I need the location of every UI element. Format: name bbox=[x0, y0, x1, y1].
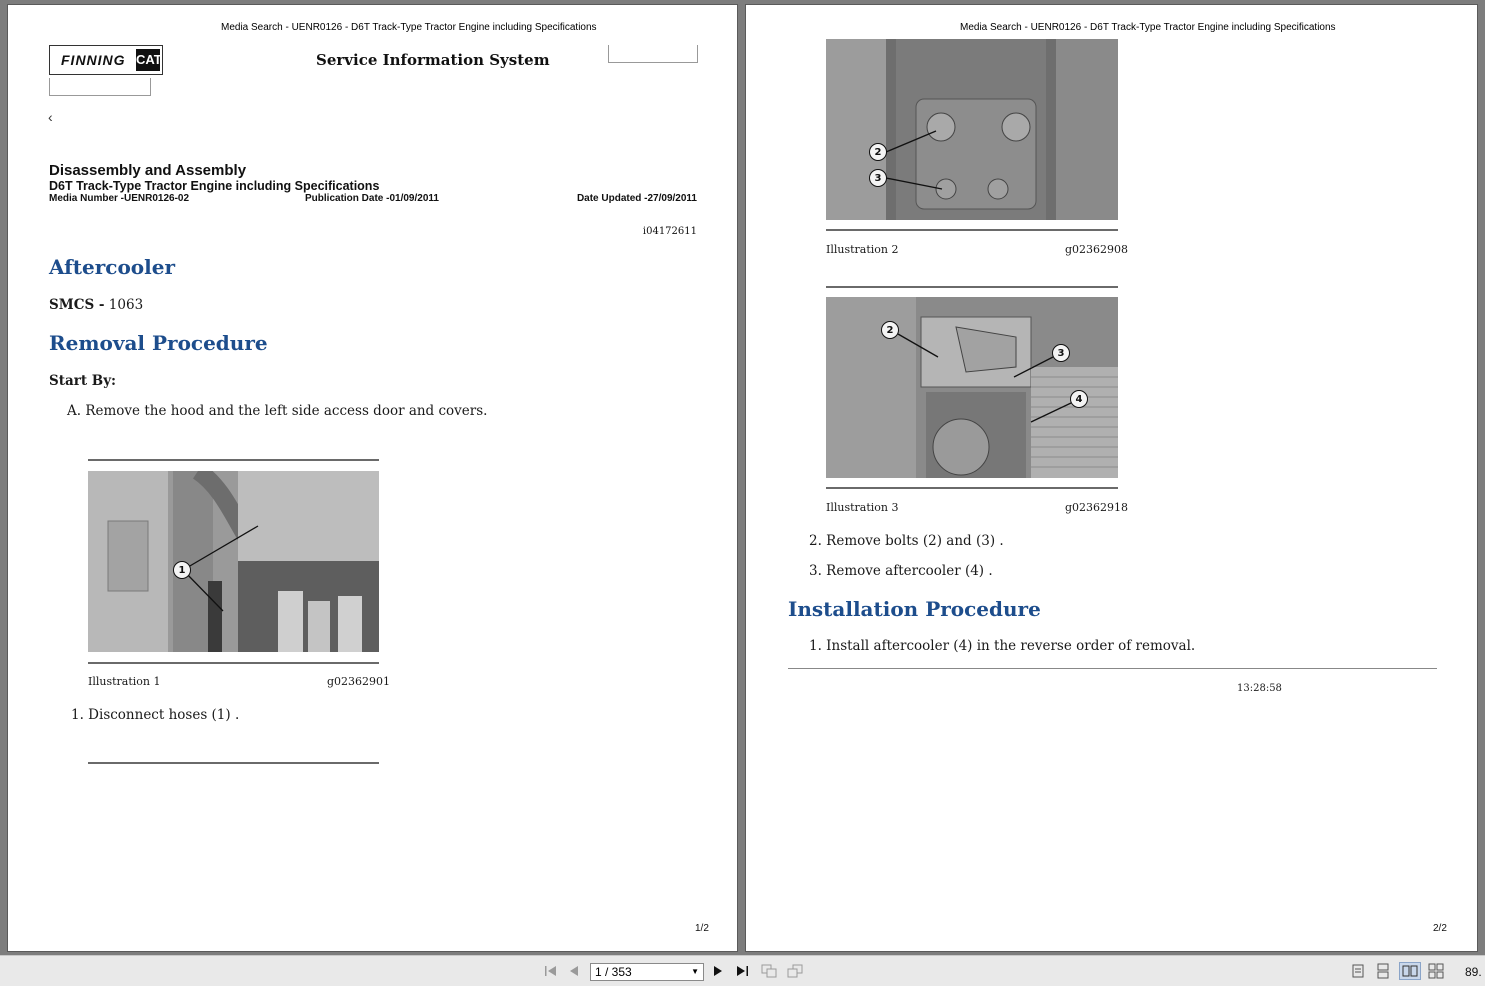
illustration-rule-next bbox=[88, 762, 379, 764]
next-page-icon[interactable] bbox=[711, 962, 725, 980]
page-indicator: 1 / 353 bbox=[595, 965, 632, 979]
timestamp: 13:28:58 bbox=[1237, 683, 1282, 694]
page-number: 1/2 bbox=[695, 923, 709, 934]
last-page-icon[interactable] bbox=[734, 962, 750, 980]
step-a: A. Remove the hood and the left side acc… bbox=[67, 403, 488, 419]
doc-id: i04172611 bbox=[642, 226, 697, 237]
callout-3: 3 bbox=[1052, 344, 1070, 362]
prev-page-icon[interactable] bbox=[567, 962, 581, 980]
smcs-value: 1063 bbox=[108, 297, 144, 313]
illustration-1-image: 1 bbox=[88, 471, 379, 652]
page-header: Media Search - UENR0126 - D6T Track-Type… bbox=[221, 22, 597, 33]
blank-field bbox=[49, 78, 151, 96]
two-page-continuous-icon[interactable] bbox=[1427, 962, 1445, 980]
continuous-icon[interactable] bbox=[1375, 962, 1391, 980]
footer-divider bbox=[788, 668, 1437, 669]
install-step-1: 1. Install aftercooler (4) in the revers… bbox=[809, 638, 1196, 654]
callout-1: 1 bbox=[173, 561, 191, 579]
date-updated: Date Updated -27/09/2011 bbox=[576, 193, 697, 204]
engine-photo-3 bbox=[826, 297, 1118, 478]
single-page-icon[interactable] bbox=[1350, 962, 1366, 980]
first-page-icon[interactable] bbox=[543, 962, 559, 980]
dropdown-arrow-icon[interactable]: ▼ bbox=[691, 964, 699, 980]
callout-2: 2 bbox=[881, 321, 899, 339]
step-2: 2. Remove bolts (2) and (3) . bbox=[809, 533, 1004, 549]
illustration-3-label: Illustration 3 bbox=[826, 501, 899, 514]
blank-field-right bbox=[608, 45, 698, 63]
illustration-rule bbox=[826, 229, 1118, 231]
illustration-2-image: 2 3 bbox=[826, 39, 1118, 220]
finning-text: FINNING bbox=[61, 52, 126, 68]
engine-photo-1 bbox=[88, 471, 379, 652]
engine-photo-2 bbox=[826, 39, 1118, 220]
sis-title: Service Information System bbox=[316, 51, 550, 69]
smcs-line: SMCS - 1063 bbox=[49, 297, 143, 313]
media-number: Media Number -UENR0126-02 bbox=[49, 193, 190, 204]
heading-removal: Removal Procedure bbox=[49, 331, 268, 355]
pdf-page-1: Media Search - UENR0126 - D6T Track-Type… bbox=[7, 4, 738, 952]
step-3: 3. Remove aftercooler (4) . bbox=[809, 563, 993, 579]
illustration-3-image: 2 3 4 bbox=[826, 297, 1118, 478]
illustration-rule bbox=[826, 286, 1118, 288]
finning-cat-logo: FINNING CAT bbox=[49, 45, 163, 75]
illustration-rule-bottom bbox=[88, 662, 379, 664]
publication-date: Publication Date -01/09/2011 bbox=[305, 193, 439, 204]
cat-text: CAT bbox=[136, 49, 162, 71]
two-page-icon[interactable] bbox=[1399, 962, 1421, 980]
illustration-1-id: g02362901 bbox=[327, 675, 391, 688]
pdf-toolbar: 1 / 353 ▼ 89. bbox=[0, 955, 1485, 986]
illustration-3-id: g02362918 bbox=[1065, 501, 1129, 514]
illustration-rule bbox=[826, 487, 1118, 489]
illustration-rule-top bbox=[88, 459, 379, 461]
page-number: 2/2 bbox=[1433, 923, 1447, 934]
back-arrow-icon[interactable]: ‹ bbox=[48, 109, 53, 125]
heading-aftercooler: Aftercooler bbox=[49, 255, 175, 279]
zoom-level[interactable]: 89. bbox=[1465, 965, 1482, 979]
callout-3: 3 bbox=[869, 169, 887, 187]
page-header: Media Search - UENR0126 - D6T Track-Type… bbox=[960, 22, 1336, 33]
step-1: 1. Disconnect hoses (1) . bbox=[71, 707, 240, 723]
copy-icon[interactable] bbox=[760, 962, 778, 980]
illustration-2-id: g02362908 bbox=[1065, 243, 1129, 256]
page-number-input[interactable]: 1 / 353 ▼ bbox=[590, 963, 704, 981]
start-by: Start By: bbox=[49, 373, 117, 389]
smcs-label: SMCS - bbox=[49, 297, 105, 313]
illustration-1-label: Illustration 1 bbox=[88, 675, 161, 688]
doc-title: Disassembly and Assembly bbox=[49, 162, 247, 179]
pdf-page-2: Media Search - UENR0126 - D6T Track-Type… bbox=[745, 4, 1478, 952]
callout-2: 2 bbox=[869, 143, 887, 161]
callout-4: 4 bbox=[1070, 390, 1088, 408]
doc-subtitle: D6T Track-Type Tractor Engine including … bbox=[49, 179, 380, 193]
rotate-icon[interactable] bbox=[786, 962, 804, 980]
illustration-2-label: Illustration 2 bbox=[826, 243, 899, 256]
heading-install: Installation Procedure bbox=[788, 597, 1041, 621]
